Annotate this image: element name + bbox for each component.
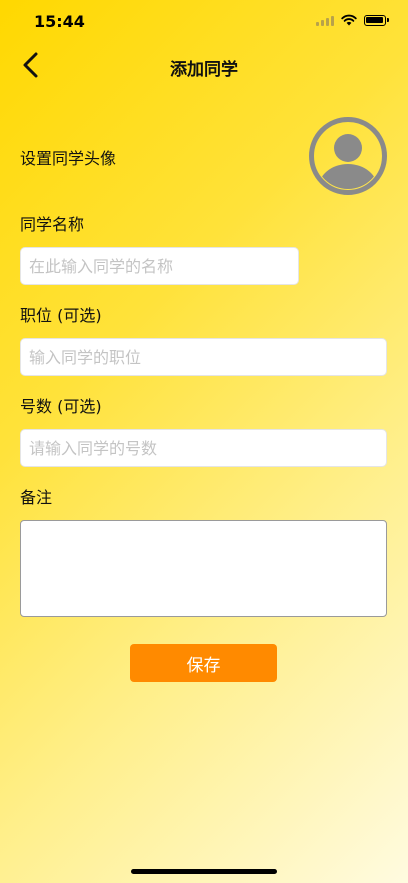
page-title: 添加同学 bbox=[170, 60, 238, 80]
status-time: 15:44 bbox=[34, 12, 85, 31]
avatar-label: 设置同学头像 bbox=[20, 149, 117, 168]
cellular-signal-icon bbox=[316, 15, 334, 26]
position-input[interactable] bbox=[20, 338, 387, 376]
avatar-picker[interactable] bbox=[309, 117, 387, 195]
status-icons bbox=[316, 14, 389, 26]
notes-textarea[interactable] bbox=[20, 520, 387, 617]
position-label: 职位 (可选) bbox=[20, 306, 102, 325]
name-label: 同学名称 bbox=[20, 215, 85, 234]
save-button[interactable]: 保存 bbox=[130, 644, 277, 682]
wifi-icon bbox=[341, 14, 357, 26]
home-indicator bbox=[131, 869, 277, 874]
status-bar: 15:44 bbox=[0, 0, 408, 44]
notes-label: 备注 bbox=[20, 488, 53, 507]
number-input[interactable] bbox=[20, 429, 387, 467]
add-classmate-screen: 15:44 添加同学 设置同学头像 同学名称 在此输入同学的名称 职位 (可选)… bbox=[0, 0, 408, 883]
number-label: 号数 (可选) bbox=[20, 397, 102, 416]
battery-icon bbox=[364, 14, 389, 26]
name-input[interactable] bbox=[20, 247, 299, 285]
user-avatar-icon bbox=[309, 117, 387, 195]
